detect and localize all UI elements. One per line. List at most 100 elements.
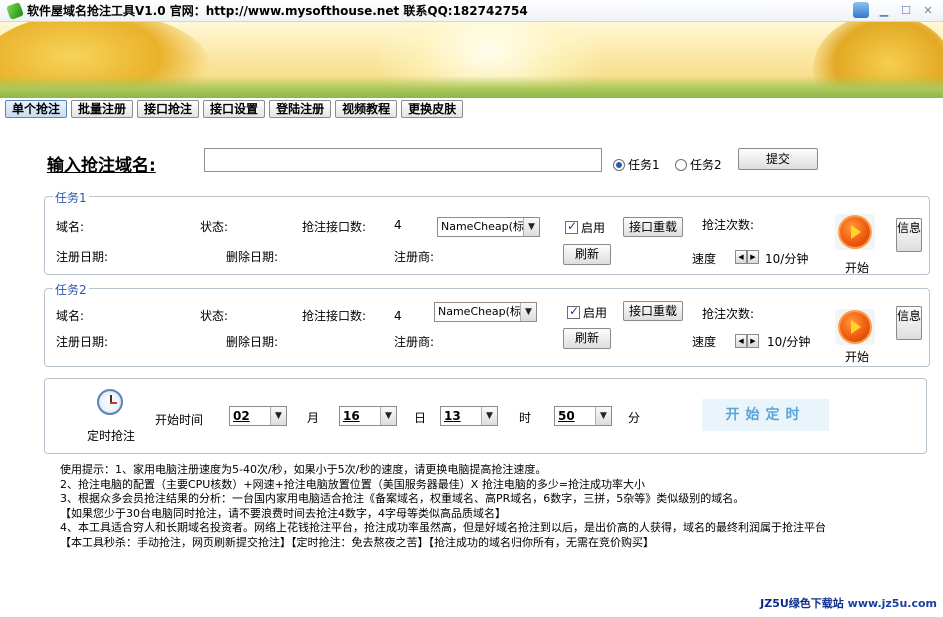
task2-info-button[interactable]: 信息 — [896, 306, 922, 340]
chevron-down-icon[interactable]: ▼ — [520, 303, 536, 321]
task2-group-title: 任务2 — [53, 281, 89, 298]
task2-speed-label: 速度 — [692, 335, 717, 349]
task2-speed-stepper[interactable]: ◀ ▶ — [735, 334, 759, 348]
task1-api-count-label: 抢注接口数: — [302, 220, 367, 234]
tip-line: 【如果您少于30台电脑同时抢注，请不要浪费时间去抢注4数字，4字母等类似高品质域… — [60, 506, 506, 520]
task1-radio-dot[interactable] — [613, 158, 625, 171]
task1-group: 任务1 域名: 状态: 抢注接口数: 4 NameCheap(标) ▼ 启用 接… — [44, 189, 930, 275]
task1-info-button[interactable]: 信息 — [896, 218, 922, 252]
tip-line: 使用提示：1、家用电脑注册速度为5-40次/秒，如果小于5次/秒的速度，请更换电… — [60, 463, 547, 476]
month-unit-label: 月 — [307, 411, 320, 425]
tip-line: 4、本工具适合穷人和长期域名投资者。网络上花钱抢注平台，抢注成功率虽然高，但是好… — [60, 521, 826, 535]
chevron-down-icon[interactable]: ▼ — [481, 407, 497, 425]
task1-play-icon[interactable] — [835, 214, 875, 250]
task2-radio-dot[interactable] — [675, 158, 687, 171]
task2-group: 任务2 域名: 状态: 抢注接口数: 4 NameCheap(标) ▼ 启用 接… — [44, 281, 930, 367]
tab-batch-register[interactable]: 批量注册 — [71, 100, 134, 118]
task2-attempts-label: 抢注次数: — [702, 307, 755, 321]
minimize-icon[interactable]: ▁ — [875, 2, 893, 20]
task1-reload-api-button[interactable]: 接口重载 — [623, 217, 683, 237]
domain-input[interactable] — [204, 148, 602, 172]
usage-tips: 使用提示：1、家用电脑注册速度为5-40次/秒，如果小于5次/秒的速度，请更换电… — [60, 463, 930, 551]
start-timer-button[interactable]: 开始定时 — [702, 399, 829, 431]
chevron-down-icon[interactable]: ▼ — [380, 407, 396, 425]
task2-refresh-button[interactable]: 刷新 — [563, 328, 611, 349]
tab-api-register[interactable]: 接口抢注 — [137, 100, 200, 118]
ground-decoration — [0, 76, 943, 98]
hour-unit-label: 时 — [519, 411, 532, 425]
tip-line: 2、抢注电脑的配置（主要CPU核数）+网速+抢注电脑放置位置（美国服务器最佳）X… — [60, 477, 646, 491]
task2-enable-label: 启用 — [583, 306, 608, 320]
task1-registrar-select[interactable]: NameCheap(标) ▼ — [437, 217, 540, 237]
start-time-label: 开始时间 — [155, 413, 204, 427]
task1-speed-value: 10/分钟 — [765, 252, 809, 266]
task1-enable-box[interactable] — [565, 219, 578, 234]
tab-api-settings[interactable]: 接口设置 — [203, 100, 266, 118]
task1-speed-stepper[interactable]: ◀ ▶ — [735, 250, 759, 264]
minute-select-value: 50 — [558, 409, 575, 423]
tab-login-register[interactable]: 登陆注册 — [269, 100, 332, 118]
chevron-right-icon[interactable]: ▶ — [747, 250, 759, 264]
chevron-down-icon[interactable]: ▼ — [523, 218, 539, 236]
task2-del-date-label: 删除日期: — [226, 335, 279, 349]
task1-radio[interactable]: 任务1 — [613, 156, 660, 173]
domain-input-label: 输入抢注域名: — [47, 156, 156, 176]
chevron-left-icon[interactable]: ◀ — [735, 334, 747, 348]
task1-domain-label: 域名: — [56, 220, 85, 234]
hour-select[interactable]: 13 ▼ — [440, 406, 498, 426]
chevron-down-icon[interactable]: ▼ — [595, 407, 611, 425]
day-unit-label: 日 — [414, 411, 427, 425]
task1-refresh-button[interactable]: 刷新 — [563, 244, 611, 265]
tip-line: 3、根据众多会员抢注结果的分析：一台国内家用电脑适合抢注《备案域名，权重域名、高… — [60, 492, 745, 506]
task2-start-label: 开始 — [845, 350, 870, 364]
clock-icon[interactable] — [97, 389, 123, 415]
month-select[interactable]: 02 ▼ — [229, 406, 287, 426]
task2-status-label: 状态: — [200, 309, 229, 323]
task1-radio-label: 任务1 — [628, 158, 660, 172]
watermark-link[interactable]: JZ5U绿色下载站 www.jz5u.com — [760, 595, 937, 611]
watermark-brand: JZ5U绿色下载站 — [760, 597, 844, 610]
task1-registrar-label: 注册商: — [394, 250, 435, 264]
tab-video-tutorial[interactable]: 视频教程 — [335, 100, 398, 118]
task2-radio-label: 任务2 — [690, 158, 722, 172]
watermark-url: www.jz5u.com — [847, 597, 937, 610]
task1-status-label: 状态: — [200, 220, 229, 234]
month-select-value: 02 — [233, 409, 250, 423]
chevron-down-icon[interactable]: ▼ — [270, 407, 286, 425]
day-select[interactable]: 16 ▼ — [339, 406, 397, 426]
timer-icon-label: 定时抢注 — [87, 429, 136, 443]
tab-single-register[interactable]: 单个抢注 — [5, 100, 68, 118]
task2-enable-checkbox[interactable]: 启用 — [567, 304, 607, 321]
hour-select-value: 13 — [444, 409, 461, 423]
task2-registrar-select[interactable]: NameCheap(标) ▼ — [434, 302, 537, 322]
tab-change-skin[interactable]: 更换皮肤 — [401, 100, 464, 118]
task1-group-title: 任务1 — [53, 189, 89, 206]
task2-play-icon[interactable] — [835, 309, 875, 345]
close-icon[interactable]: ✕ — [919, 2, 937, 20]
task1-speed-label: 速度 — [692, 252, 717, 266]
task2-api-count: 4 — [394, 309, 402, 323]
task2-reg-date-label: 注册日期: — [56, 335, 109, 349]
chevron-right-icon[interactable]: ▶ — [747, 334, 759, 348]
chevron-left-icon[interactable]: ◀ — [735, 250, 747, 264]
tab-bar: 单个抢注 批量注册 接口抢注 接口设置 登陆注册 视频教程 更换皮肤 — [0, 98, 943, 120]
window-title: 软件屋域名抢注工具V1.0 官网：http://www.mysofthouse.… — [27, 4, 528, 18]
submit-button[interactable]: 提交 — [738, 148, 818, 170]
maximize-icon[interactable]: ☐ — [897, 2, 915, 20]
task2-speed-value: 10/分钟 — [767, 335, 811, 349]
task2-reload-api-button[interactable]: 接口重载 — [623, 301, 683, 321]
skin-icon[interactable] — [853, 2, 871, 20]
window-controls: ▁ ☐ ✕ — [853, 2, 937, 20]
task1-enable-label: 启用 — [581, 221, 606, 235]
task1-reg-date-label: 注册日期: — [56, 250, 109, 264]
tip-line: 【本工具秒杀：手动抢注，网页刷新提交抢注】【定时抢注：免去熬夜之苦】【抢注成功的… — [60, 535, 654, 549]
task1-start-label: 开始 — [845, 261, 870, 275]
task2-api-count-label: 抢注接口数: — [302, 309, 367, 323]
main-panel: 输入抢注域名: 任务1 任务2 提交 任务1 域名: 状态: 抢注接口数: 4 … — [0, 120, 943, 617]
title-bar: 软件屋域名抢注工具V1.0 官网：http://www.mysofthouse.… — [0, 0, 943, 22]
minute-select[interactable]: 50 ▼ — [554, 406, 612, 426]
task2-radio[interactable]: 任务2 — [675, 156, 722, 173]
task2-enable-box[interactable] — [567, 304, 580, 319]
day-select-value: 16 — [343, 409, 360, 423]
task1-enable-checkbox[interactable]: 启用 — [565, 219, 605, 236]
